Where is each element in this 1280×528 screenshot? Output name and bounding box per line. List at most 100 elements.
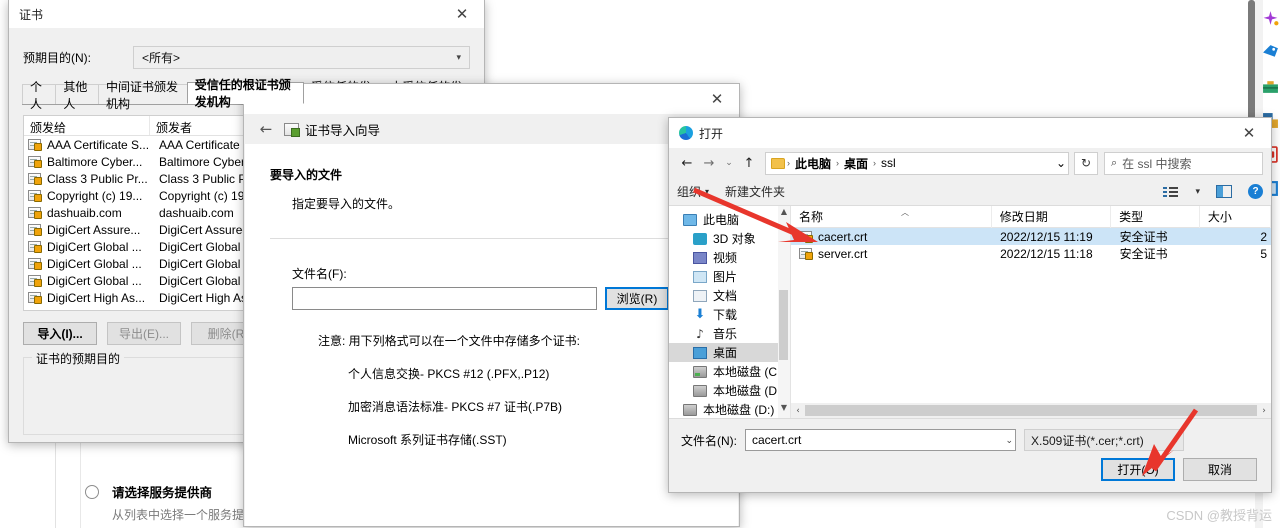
search-icon: ⌕ — [1111, 156, 1118, 169]
file-row[interactable]: server.crt 2022/12/15 11:18 安全证书 5 — [791, 245, 1271, 262]
tree-item-7[interactable]: 桌面 — [669, 343, 790, 362]
back-icon[interactable]: ← — [677, 152, 697, 174]
forward-icon: → — [703, 155, 715, 171]
column-issued-to[interactable]: 颁发给 — [24, 116, 150, 135]
column-size[interactable]: 大小 — [1200, 206, 1271, 228]
certificates-title: 证书 — [19, 7, 44, 22]
view-list-icon[interactable] — [1163, 186, 1179, 198]
certificate-import-wizard: ✕ ← 证书导入向导 要导入的文件 指定要导入的文件。 文件名(F): 浏览(R… — [243, 83, 740, 527]
close-icon[interactable]: ✕ — [440, 0, 484, 29]
cell-issued-to: DigiCert Global ... — [47, 273, 142, 288]
cancel-button[interactable]: 取消 — [1183, 458, 1257, 481]
search-input[interactable]: ⌕ 在 ssl 中搜索 — [1104, 151, 1263, 175]
file-type-filter[interactable]: X.509证书(*.cer;*.crt) ⌄ — [1024, 429, 1184, 451]
screen: 请选择服务提供商 从列表中选择一个服务提供商或 证书 ✕ 预期目的(N): <所… — [0, 0, 1280, 528]
toolbox-icon[interactable] — [1262, 78, 1279, 95]
breadcrumb[interactable]: › 此电脑 › 桌面 › ssl ⌄ — [765, 151, 1069, 175]
cell-issued-to: Copyright (c) 19... — [47, 188, 143, 203]
breadcrumb-this-pc[interactable]: 此电脑 — [792, 155, 834, 172]
close-icon[interactable]: ✕ — [695, 84, 739, 114]
import-button[interactable]: 导入(I)... — [23, 322, 97, 345]
sparkle-icon[interactable] — [1262, 10, 1279, 27]
tree-item-3[interactable]: 图片 — [669, 267, 790, 286]
certificate-icon — [28, 156, 42, 168]
filename-row: 文件名(N): cacert.crt ⌄ X.509证书(*.cer;*.crt… — [681, 429, 1259, 451]
chevron-down-icon[interactable]: ▾ — [1195, 186, 1200, 197]
service-provider-radio[interactable] — [85, 484, 99, 499]
tree-item-label: 本地磁盘 (D:) — [703, 403, 775, 417]
browse-button[interactable]: 浏览(R) — [605, 287, 669, 310]
organize-menu[interactable]: 组织 ▾ — [677, 183, 709, 200]
tree-item-5[interactable]: ⬇ 下载 — [669, 305, 790, 324]
close-icon[interactable]: ✕ — [1227, 118, 1271, 148]
new-folder-button[interactable]: 新建文件夹 — [725, 183, 785, 200]
tree-item-10[interactable]: 本地磁盘 (D:) — [669, 400, 790, 418]
cell-issued-to: Class 3 Public Pr... — [47, 171, 148, 186]
preview-pane-icon[interactable] — [1216, 185, 1232, 198]
tab-intermediate-ca[interactable]: 中间证书颁发机构 — [98, 80, 188, 111]
tree-item-0[interactable]: 此电脑 — [669, 210, 790, 229]
help-icon[interactable]: ? — [1248, 184, 1263, 199]
open-dialog-buttons: 打开(O) 取消 — [681, 458, 1259, 481]
scroll-down-icon[interactable]: ▼ — [778, 403, 790, 417]
purpose-row: 预期目的(N): <所有> ▾ — [23, 46, 470, 69]
back-arrow-icon[interactable]: ← — [254, 117, 278, 141]
navigation-tree: 此电脑 3D 对象 视频 图片 文档 ⬇ 下载 ♪ 音乐 桌面 本地磁盘 (C:) 本地磁盘 (D:)… — [669, 210, 790, 418]
certificate-icon — [28, 207, 42, 219]
breadcrumb-ssl[interactable]: ssl — [878, 156, 899, 170]
tab-trusted-root-ca[interactable]: 受信任的根证书颁发机构 — [186, 78, 304, 109]
scroll-thumb[interactable] — [779, 290, 788, 360]
chevron-down-icon[interactable]: ⌄ — [1056, 156, 1066, 170]
mus-icon: ♪ — [696, 326, 704, 341]
tree-item-4[interactable]: 文档 — [669, 286, 790, 305]
wizard-filename-input[interactable] — [292, 287, 597, 310]
service-provider-title: 请选择服务提供商 — [112, 486, 213, 500]
tree-item-label: 音乐 — [713, 327, 738, 341]
file-name: cacert.crt — [818, 229, 868, 244]
scroll-left-icon[interactable]: ‹ — [791, 406, 805, 416]
file-row[interactable]: cacert.crt 2022/12/15 11:19 安全证书 2 — [791, 228, 1271, 245]
scroll-right-icon[interactable]: › — [1257, 406, 1271, 416]
purpose-label: 预期目的(N): — [23, 51, 91, 65]
recent-locations-icon[interactable]: ⌄ — [721, 152, 737, 174]
refresh-icon[interactable]: ↻ — [1074, 151, 1098, 175]
open-button[interactable]: 打开(O) — [1101, 458, 1175, 481]
d3-icon — [693, 232, 707, 245]
navigation-pane[interactable]: 此电脑 3D 对象 视频 图片 文档 ⬇ 下载 ♪ 音乐 桌面 本地磁盘 (C:) 本地磁盘 (D:)… — [669, 206, 791, 418]
file-size: 5 — [1260, 246, 1268, 261]
certificate-icon — [28, 292, 42, 304]
search-placeholder: 在 ssl 中搜索 — [1122, 156, 1192, 171]
tree-item-2[interactable]: 视频 — [669, 248, 790, 267]
tab-other-people[interactable]: 其他人 — [55, 80, 100, 111]
up-icon[interactable]: ↑ — [739, 152, 759, 174]
chevron-down-icon: ▾ — [705, 187, 710, 196]
tag-icon[interactable] — [1262, 44, 1279, 61]
tree-item-9[interactable]: 本地磁盘 (D:) — [669, 381, 790, 400]
tab-personal[interactable]: 个人 — [22, 80, 57, 111]
wizard-note: 注意: 用下列格式可以在一个文件中存储多个证书: — [318, 334, 581, 348]
certificate-purposes-label: 证书的预期目的 — [32, 350, 125, 367]
open-dialog-titlebar: 打开 ✕ — [669, 118, 1271, 148]
tree-item-label: 下载 — [713, 308, 738, 322]
file-list[interactable]: 名称 ︿ 修改日期 类型 大小 cacert.crt 2022/12/15 11:… — [791, 206, 1271, 418]
drv-icon — [693, 384, 707, 397]
navigation-scrollbar[interactable]: ▲ ▼ — [778, 206, 790, 418]
tree-item-6[interactable]: ♪ 音乐 — [669, 324, 790, 343]
tree-item-1[interactable]: 3D 对象 — [669, 229, 790, 248]
column-type[interactable]: 类型 — [1111, 206, 1200, 228]
file-list-hscrollbar[interactable]: ‹ › — [791, 403, 1271, 418]
hscroll-thumb[interactable] — [805, 405, 1257, 416]
column-date[interactable]: 修改日期 — [992, 206, 1112, 228]
tree-item-8[interactable]: 本地磁盘 (C:) — [669, 362, 790, 381]
certificates-titlebar: 证书 ✕ — [9, 0, 484, 28]
open-dialog-bottom: 文件名(N): cacert.crt ⌄ X.509证书(*.cer;*.crt… — [669, 419, 1271, 481]
wizard-filename-row: 浏览(R) — [292, 287, 713, 310]
filename-input[interactable]: cacert.crt ⌄ — [745, 429, 1016, 451]
chevron-down-icon[interactable]: ⌄ — [1005, 435, 1013, 446]
scroll-up-icon[interactable]: ▲ — [778, 207, 790, 221]
purpose-select[interactable]: <所有> ▾ — [133, 46, 470, 69]
breadcrumb-desktop[interactable]: 桌面 — [841, 155, 871, 172]
certificate-icon — [28, 224, 42, 236]
open-file-dialog: 打开 ✕ ← → ⌄ ↑ › 此电脑 › 桌面 › ssl ⌄ ↻ ⌕ 在 ss… — [668, 117, 1272, 493]
column-name[interactable]: 名称 ︿ — [791, 206, 992, 228]
